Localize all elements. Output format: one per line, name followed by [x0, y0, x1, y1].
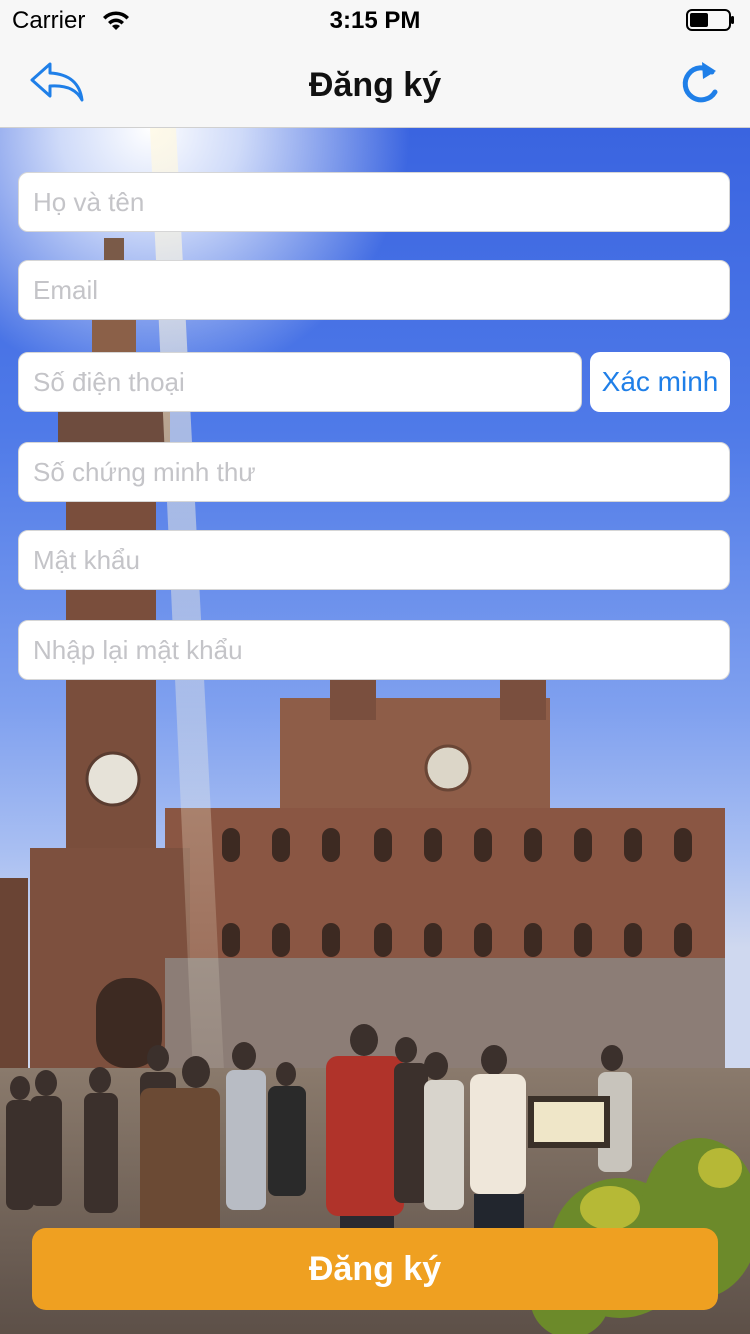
full-name-input[interactable] — [18, 172, 730, 232]
status-bar: Carrier 3:15 PM — [0, 0, 750, 40]
confirm-password-input[interactable] — [18, 620, 730, 680]
email-input[interactable] — [18, 260, 730, 320]
phone-number-input[interactable] — [18, 352, 582, 412]
password-input[interactable] — [18, 530, 730, 590]
id-card-number-input[interactable] — [18, 442, 730, 502]
verify-phone-button[interactable]: Xác minh — [590, 352, 730, 412]
refresh-icon[interactable] — [674, 58, 724, 110]
page-title: Đăng ký — [308, 66, 442, 104]
clock: 3:15 PM — [329, 7, 421, 34]
battery-icon — [686, 9, 734, 31]
navigation-bar: Đăng ký — [0, 40, 750, 128]
register-submit-button[interactable]: Đăng ký — [32, 1228, 718, 1310]
